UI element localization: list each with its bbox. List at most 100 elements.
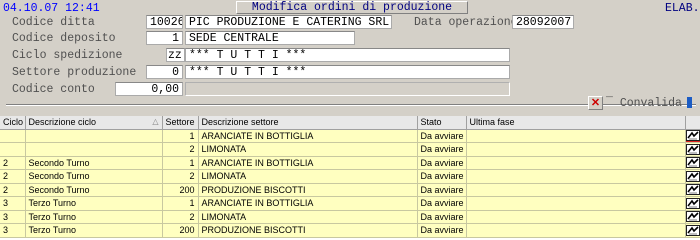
- codice-conto-label: Codice conto: [12, 83, 95, 96]
- form-panel: 04.10.07 12:41 Modifica ordini di produz…: [0, 0, 700, 110]
- cell-descrizione-settore: ARANCIATE IN BOTTIGLIA: [198, 129, 418, 143]
- cell-descrizione-ciclo: Terzo Turno: [25, 196, 163, 211]
- table-row[interactable]: 2 Secondo Turno 2 LIMONATA Da avviare: [0, 169, 700, 184]
- cell-settore: 2: [162, 142, 199, 157]
- table-row[interactable]: 2 LIMONATA Da avviare: [0, 142, 700, 157]
- col-ciclo[interactable]: Ciclo: [0, 116, 26, 130]
- table-row[interactable]: 3 Terzo Turno 2 LIMONATA Da avviare: [0, 210, 700, 224]
- cell-settore: 1: [162, 196, 199, 211]
- codice-deposito-name-field[interactable]: SEDE CENTRALE: [185, 31, 355, 45]
- cell-ultima-fase: [466, 196, 686, 211]
- cell-descrizione-settore: LIMONATA: [198, 169, 418, 184]
- codice-deposito-code-field[interactable]: 1: [146, 31, 183, 45]
- cell-action: [685, 183, 700, 197]
- cell-descrizione-settore: PRODUZIONE BISCOTTI: [198, 183, 418, 197]
- cell-ultima-fase: [466, 210, 686, 224]
- settore-produzione-label: Settore produzione: [12, 66, 137, 79]
- cell-descrizione-settore: PRODUZIONE BISCOTTI: [198, 223, 418, 238]
- codice-ditta-label: Codice ditta: [12, 16, 95, 29]
- table-row[interactable]: 3 Terzo Turno 1 ARANCIATE IN BOTTIGLIA Da av…: [0, 196, 700, 211]
- codice-ditta-code-field[interactable]: 10026: [146, 15, 183, 29]
- edit-detail-icon[interactable]: [685, 157, 699, 169]
- table-header: Ciclo Descrizione ciclo △ Settore Descriz…: [0, 116, 700, 130]
- data-operazione-label: Data operazione: [414, 16, 518, 29]
- cell-descrizione-ciclo: Terzo Turno: [25, 210, 163, 224]
- cell-descrizione-ciclo: Terzo Turno: [25, 223, 163, 238]
- cell-action: [685, 223, 700, 238]
- ciclo-spedizione-label: Ciclo spedizione: [12, 49, 123, 62]
- cell-stato: Da avviare: [417, 210, 467, 224]
- cell-ultima-fase: [466, 169, 686, 184]
- cell-action: [685, 142, 700, 157]
- cell-stato: Da avviare: [417, 156, 467, 170]
- cell-ultima-fase: [466, 223, 686, 238]
- ciclo-spedizione-code-field[interactable]: zz: [166, 48, 185, 62]
- cell-ultima-fase: [466, 129, 686, 143]
- cell-ciclo: [0, 129, 26, 143]
- cell-action: [685, 210, 700, 224]
- cell-descrizione-settore: LIMONATA: [198, 142, 418, 157]
- edit-detail-icon[interactable]: [685, 184, 699, 196]
- codice-conto-description-field[interactable]: [185, 82, 510, 96]
- cell-stato: Da avviare: [417, 129, 467, 143]
- cell-action: [685, 169, 700, 184]
- col-ultima-fase[interactable]: Ultima fase: [466, 116, 686, 130]
- col-stato[interactable]: Stato: [417, 116, 467, 130]
- cell-ultima-fase: [466, 156, 686, 170]
- cell-descrizione-settore: ARANCIATE IN BOTTIGLIA: [198, 196, 418, 211]
- cell-settore: 2: [162, 169, 199, 184]
- cell-descrizione-ciclo: Secondo Turno: [25, 183, 163, 197]
- focus-marker: [687, 97, 692, 108]
- cell-ciclo: [0, 142, 26, 157]
- cell-stato: Da avviare: [417, 196, 467, 211]
- col-descrizione-settore[interactable]: Descrizione settore: [198, 116, 418, 130]
- ciclo-spedizione-name-field[interactable]: *** T U T T I ***: [185, 48, 510, 62]
- window-title: Modifica ordini di produzione: [236, 1, 468, 14]
- orders-grid: Ciclo Descrizione ciclo △ Settore Descriz…: [0, 116, 700, 240]
- datetime: 04.10.07 12:41: [3, 2, 100, 15]
- col-icon: [685, 116, 700, 130]
- codice-conto-value-field[interactable]: 0,00: [115, 82, 183, 96]
- cell-settore: 200: [162, 223, 199, 238]
- col-settore[interactable]: Settore: [162, 116, 199, 130]
- convalida-button[interactable]: ¯ Convalida: [606, 97, 682, 110]
- cell-ciclo: 2: [0, 183, 26, 197]
- edit-detail-icon[interactable]: [685, 211, 699, 223]
- cell-stato: Da avviare: [417, 183, 467, 197]
- settore-produzione-code-field[interactable]: 0: [146, 65, 183, 79]
- col-descrizione-ciclo[interactable]: Descrizione ciclo △: [25, 116, 163, 130]
- elab-label: ELAB.: [665, 2, 700, 15]
- settore-produzione-name-field[interactable]: *** T U T T I ***: [185, 65, 510, 79]
- edit-detail-icon[interactable]: [685, 170, 699, 182]
- data-operazione-field[interactable]: 28092007: [512, 15, 574, 29]
- edit-detail-icon[interactable]: [685, 197, 699, 209]
- cell-ultima-fase: [466, 183, 686, 197]
- cell-settore: 1: [162, 129, 199, 143]
- edit-detail-icon[interactable]: [685, 129, 699, 142]
- edit-detail-icon[interactable]: [685, 143, 699, 155]
- cell-settore: 2: [162, 210, 199, 224]
- cell-descrizione-ciclo: Secondo Turno: [25, 156, 163, 170]
- cell-ultima-fase: [466, 142, 686, 157]
- cell-ciclo: 3: [0, 210, 26, 224]
- cell-descrizione-ciclo: Secondo Turno: [25, 169, 163, 184]
- cell-descrizione-ciclo: [25, 129, 163, 143]
- cell-action: [685, 156, 700, 170]
- x-icon[interactable]: ✕: [588, 96, 603, 110]
- codice-ditta-name-field[interactable]: PIC PRODUZIONE E CATERING SRL: [185, 15, 392, 29]
- cell-settore: 200: [162, 183, 199, 197]
- table-row[interactable]: 1 ARANCIATE IN BOTTIGLIA Da avviare: [0, 129, 700, 143]
- cell-action: [685, 196, 700, 211]
- table-row[interactable]: 3 Terzo Turno 200 PRODUZIONE BISCOTTI Da avv…: [0, 223, 700, 238]
- table-row[interactable]: 2 Secondo Turno 200 PRODUZIONE BISCOTTI Da a…: [0, 183, 700, 197]
- cell-descrizione-ciclo: [25, 142, 163, 157]
- edit-detail-icon[interactable]: [685, 224, 699, 236]
- cell-ciclo: 2: [0, 156, 26, 170]
- table-row[interactable]: 2 Secondo Turno 1 ARANCIATE IN BOTTIGLIA Da …: [0, 156, 700, 170]
- codice-deposito-label: Codice deposito: [12, 32, 116, 45]
- cell-action: [685, 129, 700, 143]
- orders-table: Ciclo Descrizione ciclo △ Settore Descriz…: [0, 116, 700, 238]
- cell-stato: Da avviare: [417, 223, 467, 238]
- convalida-label: Convalida: [619, 97, 682, 110]
- cell-stato: Da avviare: [417, 169, 467, 184]
